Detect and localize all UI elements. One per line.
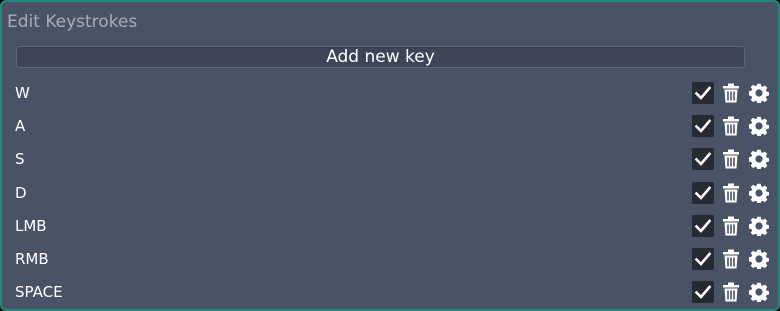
trash-icon — [723, 83, 739, 103]
key-settings-button[interactable] — [748, 82, 770, 104]
key-settings-button[interactable] — [748, 215, 770, 237]
row-controls — [692, 214, 770, 237]
row-controls — [692, 148, 770, 171]
delete-key-button[interactable] — [720, 248, 742, 270]
key-label: SPACE — [15, 283, 63, 302]
key-label: A — [15, 117, 26, 136]
row-controls — [692, 247, 770, 270]
gear-icon — [749, 249, 769, 269]
trash-icon — [723, 216, 739, 236]
key-label: LMB — [15, 216, 47, 235]
keystroke-row: D — [2, 176, 778, 209]
trash-icon — [723, 249, 739, 269]
check-icon — [694, 285, 712, 300]
key-label: D — [15, 183, 27, 202]
delete-key-button[interactable] — [720, 148, 742, 170]
keystroke-row: SPACE — [2, 275, 778, 308]
delete-key-button[interactable] — [720, 182, 742, 204]
check-icon — [694, 152, 712, 167]
keystroke-row: S — [2, 142, 778, 175]
trash-icon — [723, 183, 739, 203]
enable-checkbox[interactable] — [692, 181, 714, 204]
check-icon — [694, 252, 712, 266]
trash-icon — [723, 282, 739, 302]
enable-checkbox[interactable] — [692, 281, 714, 304]
gear-icon — [749, 116, 769, 137]
keystroke-row: A — [2, 109, 778, 142]
check-icon — [694, 119, 712, 134]
check-icon — [694, 218, 712, 233]
gear-icon — [749, 150, 769, 170]
delete-key-button[interactable] — [720, 115, 742, 137]
gear-icon — [749, 282, 769, 303]
enable-checkbox[interactable] — [692, 148, 714, 171]
key-label: S — [15, 150, 25, 169]
keystroke-row: LMB — [2, 209, 778, 242]
check-icon — [694, 185, 712, 200]
key-settings-button[interactable] — [748, 115, 770, 137]
keystroke-row: W — [2, 76, 778, 109]
check-icon — [694, 86, 712, 100]
delete-key-button[interactable] — [720, 82, 742, 104]
edit-keystrokes-panel: Edit Keystrokes Add new key W A S D LMB … — [0, 0, 780, 311]
enable-checkbox[interactable] — [692, 247, 714, 270]
delete-key-button[interactable] — [720, 281, 742, 303]
enable-checkbox[interactable] — [692, 82, 714, 104]
key-label: W — [15, 84, 30, 102]
key-settings-button[interactable] — [748, 182, 770, 204]
row-controls — [692, 181, 770, 204]
row-controls — [692, 82, 770, 104]
enable-checkbox[interactable] — [692, 214, 714, 237]
trash-icon — [723, 149, 739, 169]
add-new-key-button[interactable]: Add new key — [16, 46, 745, 68]
enable-checkbox[interactable] — [692, 115, 714, 138]
delete-key-button[interactable] — [720, 215, 742, 237]
gear-icon — [749, 216, 769, 236]
gear-icon — [749, 183, 769, 203]
row-controls — [692, 281, 770, 304]
trash-icon — [723, 116, 739, 136]
key-label: RMB — [15, 249, 49, 268]
key-settings-button[interactable] — [748, 281, 770, 303]
key-settings-button[interactable] — [748, 248, 770, 270]
keystroke-list: W A S D LMB RMB SPACE — [2, 76, 778, 308]
row-controls — [692, 115, 770, 138]
key-settings-button[interactable] — [748, 148, 770, 170]
panel-title: Edit Keystrokes — [7, 12, 138, 32]
keystroke-row: RMB — [2, 242, 778, 275]
gear-icon — [749, 83, 769, 103]
